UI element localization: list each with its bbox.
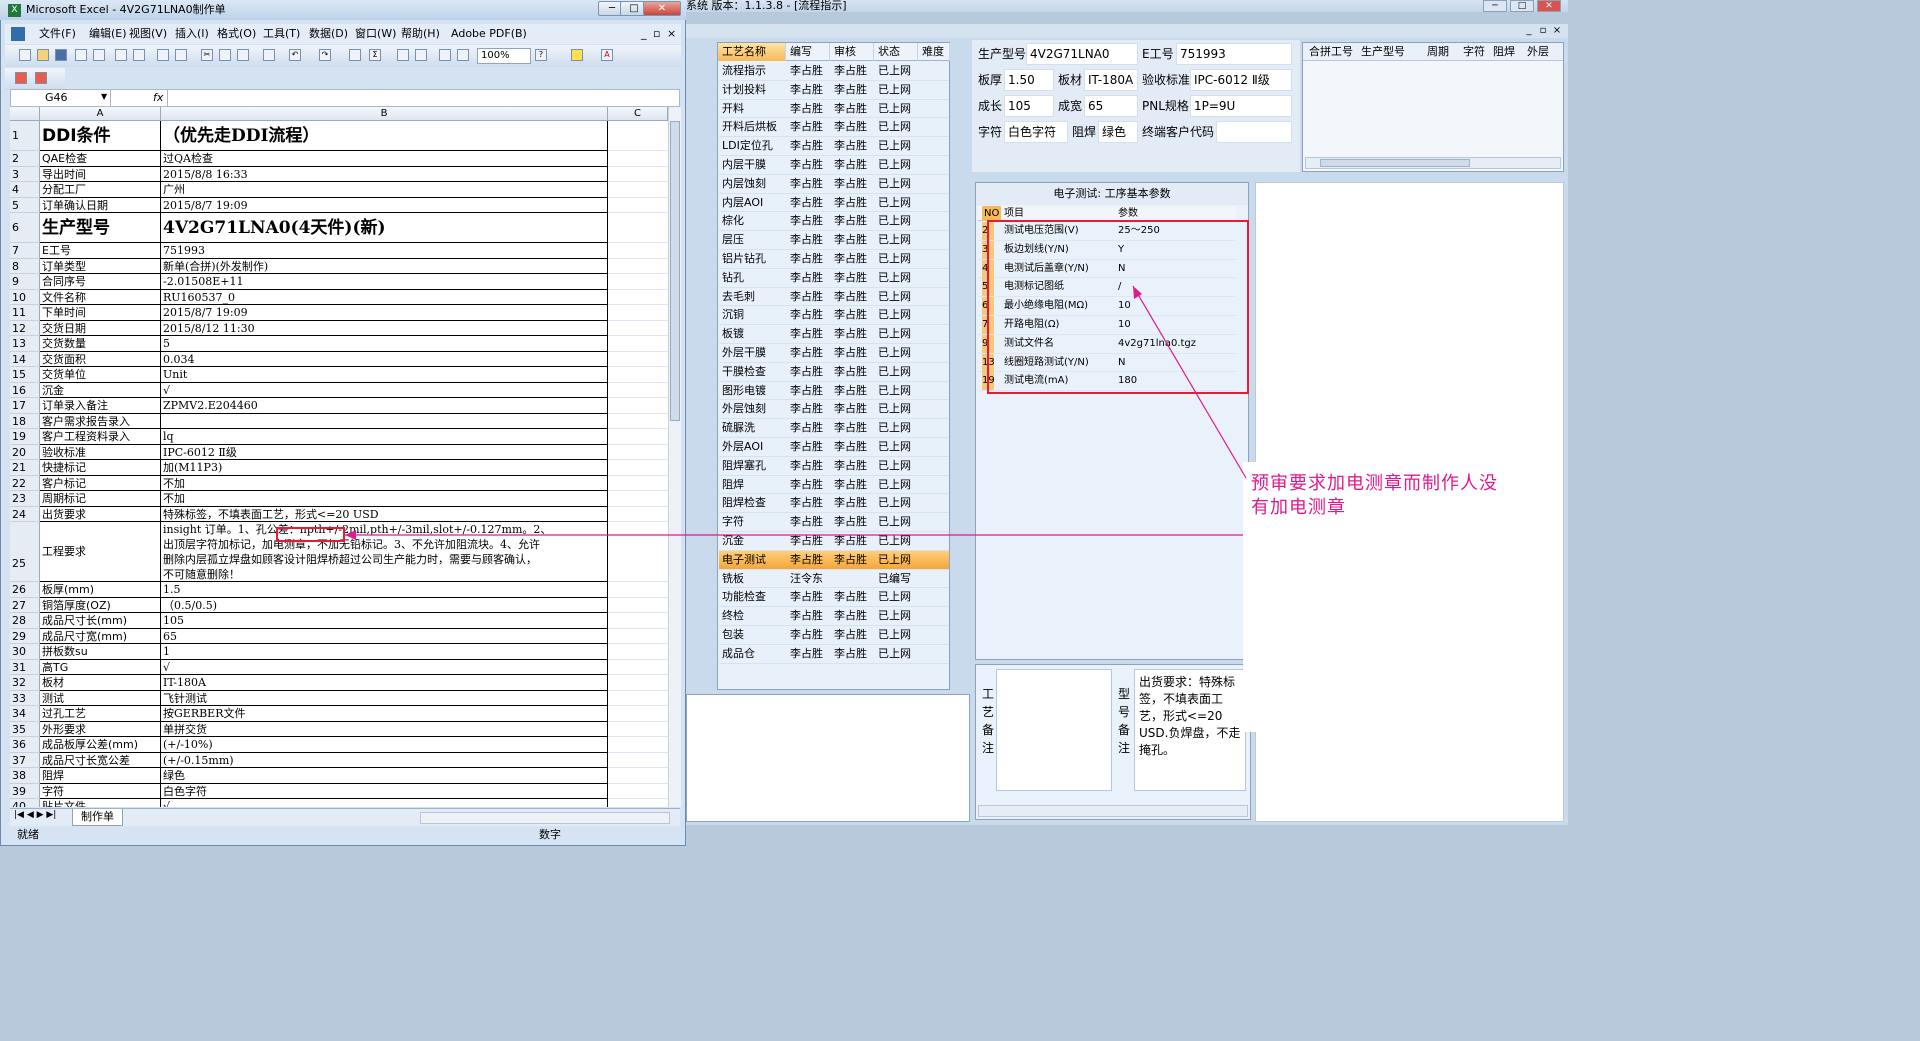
arrow-head-excel <box>345 530 356 540</box>
arrow-line-to-param <box>1132 285 1247 479</box>
arrow-head-param <box>1133 286 1142 299</box>
annotation-arrows <box>345 285 1247 540</box>
